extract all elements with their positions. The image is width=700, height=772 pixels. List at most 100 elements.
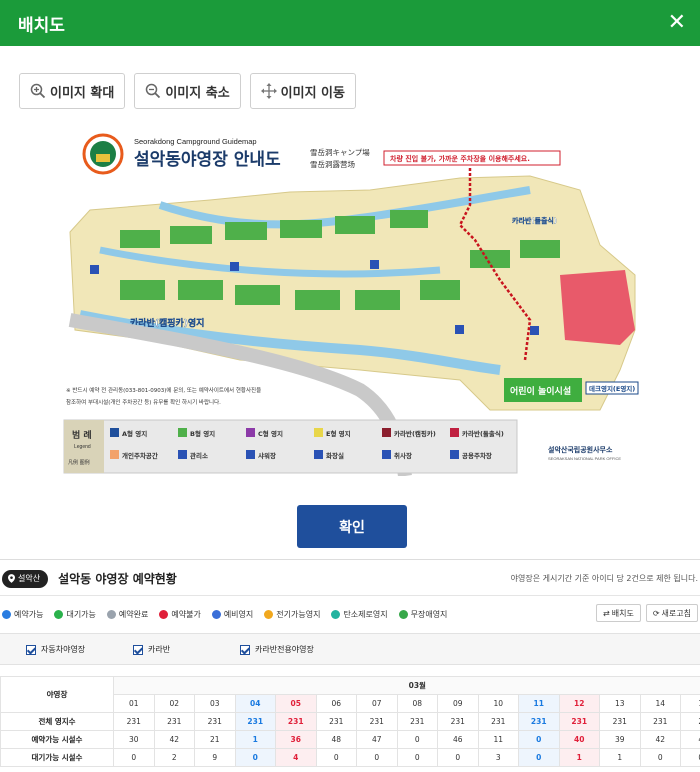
legend-item-label: 샤워장 <box>258 451 276 460</box>
location-badge[interactable]: 설악산 <box>2 569 49 588</box>
status-dot-icon <box>331 609 341 619</box>
image-toolbar: 이미지 확대 이미지 축소 이미지 이동 <box>19 73 356 109</box>
day-header: 14 <box>639 694 681 713</box>
table-row: 예약가능 시설수30422113648470461104039424 <box>0 730 700 749</box>
table-cell[interactable]: 42 <box>639 730 681 749</box>
zoom-out-button[interactable]: 이미지 축소 <box>134 73 241 109</box>
table-cell[interactable]: 1 <box>558 748 600 767</box>
legend-item-label: 카라반(캠핑카) <box>394 429 436 438</box>
table-cell[interactable]: 0 <box>437 748 479 767</box>
table-cell[interactable]: 0 <box>113 748 155 767</box>
park-office-en: SEORAKSAN NATIONAL PARK OFFICE <box>548 456 621 461</box>
zoom-in-button[interactable]: 이미지 확대 <box>19 73 126 109</box>
layout-button[interactable]: ⇄ 배치도 <box>596 604 641 622</box>
legend-label: 예약완료 <box>118 609 149 619</box>
section-divider <box>0 559 700 560</box>
table-cell[interactable]: 0 <box>396 748 438 767</box>
move-image-button[interactable]: 이미지 이동 <box>249 73 356 109</box>
refresh-icon: ⟳ <box>652 608 660 618</box>
filter-auto-camping[interactable]: 자동차야영장 <box>26 644 85 655</box>
table-cell[interactable]: 11 <box>477 730 519 749</box>
legend-item-label: 개인주차공간 <box>122 451 158 460</box>
day-header: 05 <box>275 694 317 713</box>
day-header: 02 <box>153 694 195 713</box>
legend-item: 예비영지 <box>211 609 253 620</box>
table-cell[interactable]: 48 <box>315 730 357 749</box>
day-header: 09 <box>437 694 479 713</box>
table-cell[interactable]: 46 <box>437 730 479 749</box>
legend-item-label: C형 영지 <box>258 429 283 438</box>
table-cell[interactable]: 30 <box>113 730 155 749</box>
table-cell[interactable]: 21 <box>194 730 236 749</box>
legend-swatch <box>110 428 119 437</box>
filter-caravan[interactable]: 카라반 <box>133 644 170 655</box>
row-label: 예약가능 시설수 <box>0 730 114 749</box>
table-cell[interactable]: 36 <box>275 730 317 749</box>
layout-icon: ⇄ <box>603 608 610 618</box>
table-cell[interactable]: 0 <box>396 730 438 749</box>
filter-caravan-label: 카라반 <box>148 645 171 654</box>
table-cell[interactable]: 0 <box>518 748 560 767</box>
day-header: 13 <box>599 694 641 713</box>
table-cell[interactable]: 39 <box>599 730 641 749</box>
checkbox-caravan-only[interactable] <box>240 644 250 655</box>
status-legend: 예약가능 대기가능 예약완료 예약불가 예비영지 전기가능영지 탄소제로영지 무장애영지 <box>0 603 700 625</box>
table-cell[interactable]: 0 <box>315 748 357 767</box>
filter-auto-camping-label: 자동차야영장 <box>41 645 86 654</box>
legend-swatch <box>246 450 255 459</box>
table-row: 전체 영지수 231 231 231 231 231 231 231 231 231 231 231 2… <box>0 712 700 731</box>
table-cell: 231 <box>518 712 560 731</box>
confirm-button[interactable]: 확인 <box>297 505 407 548</box>
map-title: 설악동야영장 안내도 <box>134 150 281 170</box>
table-cell[interactable]: 0 <box>639 748 681 767</box>
park-office-name: 설악산국립공원사무소 <box>548 445 613 454</box>
status-dot-icon <box>211 609 221 619</box>
table-cell: 231 <box>437 712 479 731</box>
table-cell[interactable]: 47 <box>356 730 398 749</box>
table-cell[interactable]: 4 <box>680 730 700 749</box>
park-logo <box>82 133 124 175</box>
day-header: 03 <box>194 694 236 713</box>
legend-item-label: 카라반(돌출식) <box>462 429 504 438</box>
checkbox-auto-camping[interactable] <box>26 644 36 655</box>
table-cell[interactable]: 3 <box>477 748 519 767</box>
campground-map[interactable]: Seorakdong Campground Guidemap 설악동야영장 안내… <box>60 130 640 477</box>
close-icon[interactable]: ✕ <box>668 12 686 34</box>
checkbox-caravan[interactable] <box>133 644 143 655</box>
status-dot-icon <box>264 609 274 619</box>
day-header: 07 <box>356 694 398 713</box>
table-cell[interactable]: 4 <box>275 748 317 767</box>
table-row: 대기가능 시설수029040000301100 <box>0 748 700 767</box>
table-cell[interactable]: 0 <box>356 748 398 767</box>
map-footnote-1: ※ 반드시 예약 전 관리동(033-801-0903)에 문의, 또는 예약사… <box>66 386 261 394</box>
legend-item-label: 공용주차장 <box>462 451 492 460</box>
map-footnote-2: 참조하여 부대시설(개인 주차공간 등) 유무를 확인 하시기 바랍니다. <box>66 398 221 406</box>
table-cell[interactable]: 1 <box>234 730 276 749</box>
table-cell[interactable]: 40 <box>558 730 600 749</box>
legend-swatch <box>382 450 391 459</box>
legend-label: 대기가능 <box>66 609 96 619</box>
table-cell[interactable]: 0 <box>680 748 700 767</box>
table-cell: 231 <box>599 712 641 731</box>
table-cell: 231 <box>396 712 438 731</box>
status-dot-icon <box>398 609 408 619</box>
table-cell[interactable]: 0 <box>234 748 276 767</box>
legend-item-label: 관리소 <box>190 451 208 460</box>
reservation-notice: 야영장은 게시기간 기준 아이디 당 2건으로 제한 됩니다. <box>510 574 698 583</box>
table-cell[interactable]: 9 <box>194 748 236 767</box>
filter-caravan-only[interactable]: 카라반전용야영장 <box>240 644 314 655</box>
table-cell: 231 <box>477 712 519 731</box>
location-pin-icon <box>8 574 15 583</box>
legend-item-label: 취사장 <box>394 451 412 460</box>
table-cell[interactable]: 1 <box>599 748 641 767</box>
legend-label: 예약불가 <box>171 609 201 619</box>
day-header: 01 <box>113 694 155 713</box>
table-cell[interactable]: 2 <box>153 748 195 767</box>
legend-label: 예약가능 <box>14 609 44 619</box>
table-cell: 2 <box>680 712 700 731</box>
table-cell[interactable]: 42 <box>153 730 195 749</box>
table-cell[interactable]: 0 <box>518 730 560 749</box>
refresh-button[interactable]: ⟳ 새로고침 <box>645 604 698 622</box>
status-dot-icon <box>106 609 116 619</box>
legend-item: 무장애영지 <box>398 609 447 620</box>
